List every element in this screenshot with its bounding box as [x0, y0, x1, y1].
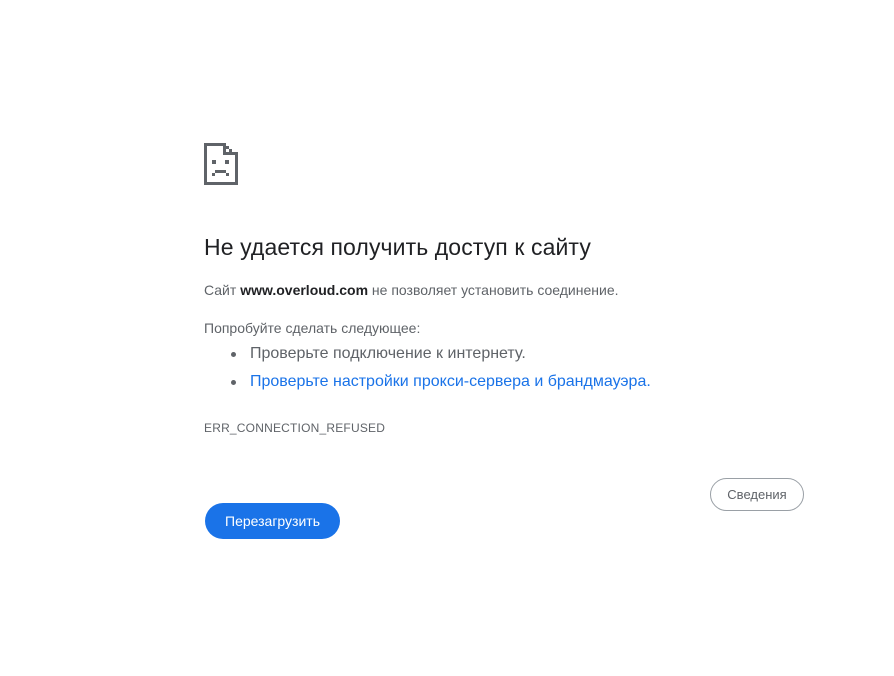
reload-button[interactable]: Перезагрузить — [205, 503, 340, 539]
bullet-icon — [231, 352, 236, 357]
proxy-settings-link[interactable]: Проверьте настройки прокси-сервера и бра… — [250, 373, 651, 390]
summary-prefix: Сайт — [204, 282, 241, 298]
error-code: ERR_CONNECTION_REFUSED — [204, 421, 386, 435]
page-title: Не удается получить доступ к сайту — [204, 234, 591, 260]
bullet-icon — [231, 380, 236, 385]
suggestion-check-connection: Проверьте подключение к интернету. — [204, 342, 651, 370]
site-domain: www.overloud.com — [240, 282, 369, 298]
error-summary: Сайт www.overloud.com не позволяет устан… — [204, 282, 619, 298]
suggestions-heading: Попробуйте сделать следующее: — [204, 320, 421, 336]
sad-page-icon — [204, 143, 238, 185]
error-page: Не удается получить доступ к сайту Сайт … — [0, 0, 894, 676]
suggestion-text: Проверьте подключение к интернету. — [250, 345, 526, 362]
suggestion-check-proxy: Проверьте настройки прокси-сервера и бра… — [204, 370, 651, 398]
details-button[interactable]: Сведения — [710, 478, 804, 511]
suggestions-list: Проверьте подключение к интернету. Прове… — [204, 342, 651, 398]
summary-suffix: не позволяет установить соединение. — [368, 282, 619, 298]
